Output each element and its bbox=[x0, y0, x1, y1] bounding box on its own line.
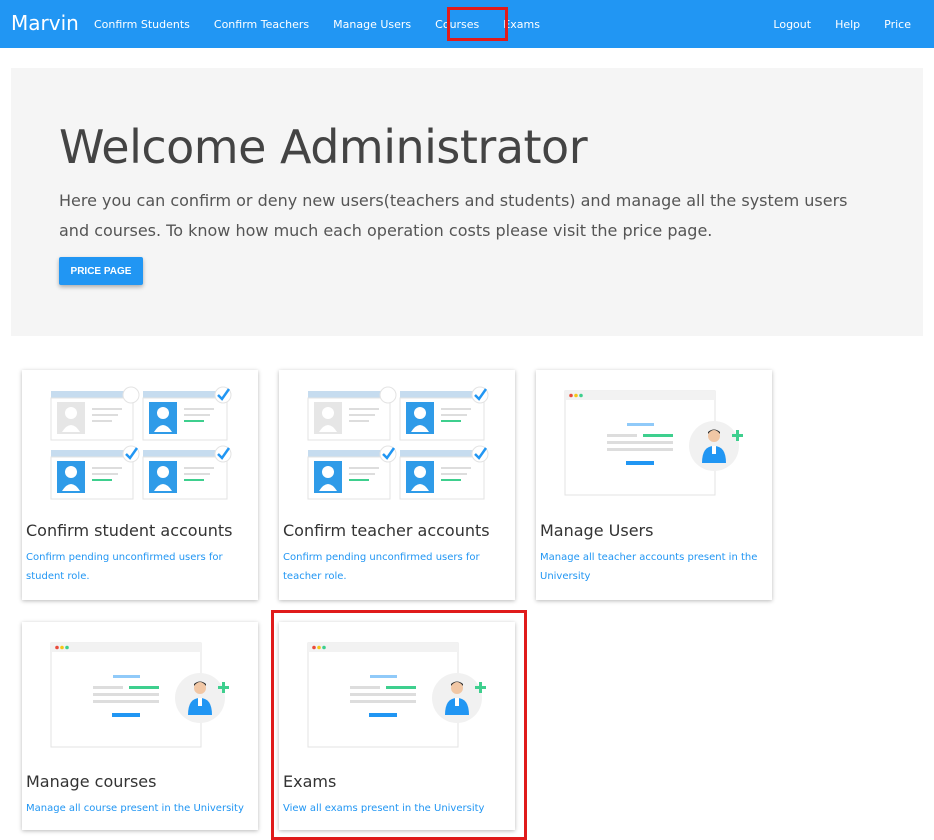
nav-manage-users[interactable]: Manage Users bbox=[333, 18, 411, 31]
nav-confirm-teachers[interactable]: Confirm Teachers bbox=[214, 18, 309, 31]
card-description[interactable]: Confirm pending unconfirmed users for st… bbox=[26, 548, 254, 586]
card-manage-courses[interactable]: Manage courses Manage all course present… bbox=[22, 622, 258, 830]
card-confirm-students[interactable]: Confirm student accounts Confirm pending… bbox=[22, 370, 258, 600]
price-page-button[interactable]: PRICE PAGE bbox=[59, 257, 143, 285]
card-title: Confirm teacher accounts bbox=[283, 521, 490, 540]
page-title: Welcome Administrator bbox=[59, 120, 588, 174]
exams-nav-highlight bbox=[447, 7, 508, 41]
brand-logo[interactable]: Marvin bbox=[11, 11, 79, 35]
add-user-window-illustration bbox=[564, 390, 743, 496]
welcome-jumbotron: Welcome Administrator Here you can confi… bbox=[11, 68, 923, 336]
card-title: Manage courses bbox=[26, 772, 157, 791]
card-title: Confirm student accounts bbox=[26, 521, 233, 540]
card-manage-users[interactable]: Manage Users Manage all teacher accounts… bbox=[536, 370, 772, 600]
exams-card-highlight bbox=[271, 610, 527, 840]
card-description[interactable]: Manage all teacher accounts present in t… bbox=[540, 548, 768, 586]
nav-logout[interactable]: Logout bbox=[773, 18, 811, 31]
card-description[interactable]: Confirm pending unconfirmed users for te… bbox=[283, 548, 511, 586]
card-description[interactable]: Manage all course present in the Univers… bbox=[26, 799, 254, 818]
nav-help[interactable]: Help bbox=[835, 18, 860, 31]
nav-confirm-students[interactable]: Confirm Students bbox=[94, 18, 190, 31]
welcome-text: Here you can confirm or deny new users(t… bbox=[59, 191, 848, 240]
nav-right-links: Logout Help Price bbox=[773, 0, 911, 48]
card-confirm-teachers[interactable]: Confirm teacher accounts Confirm pending… bbox=[279, 370, 515, 600]
user-grid-illustration bbox=[307, 386, 489, 500]
nav-price[interactable]: Price bbox=[884, 18, 911, 31]
card-title: Manage Users bbox=[540, 521, 654, 540]
user-grid-illustration bbox=[50, 386, 232, 500]
add-user-window-illustration bbox=[50, 642, 229, 748]
nav-exams[interactable]: Exams bbox=[503, 18, 540, 31]
